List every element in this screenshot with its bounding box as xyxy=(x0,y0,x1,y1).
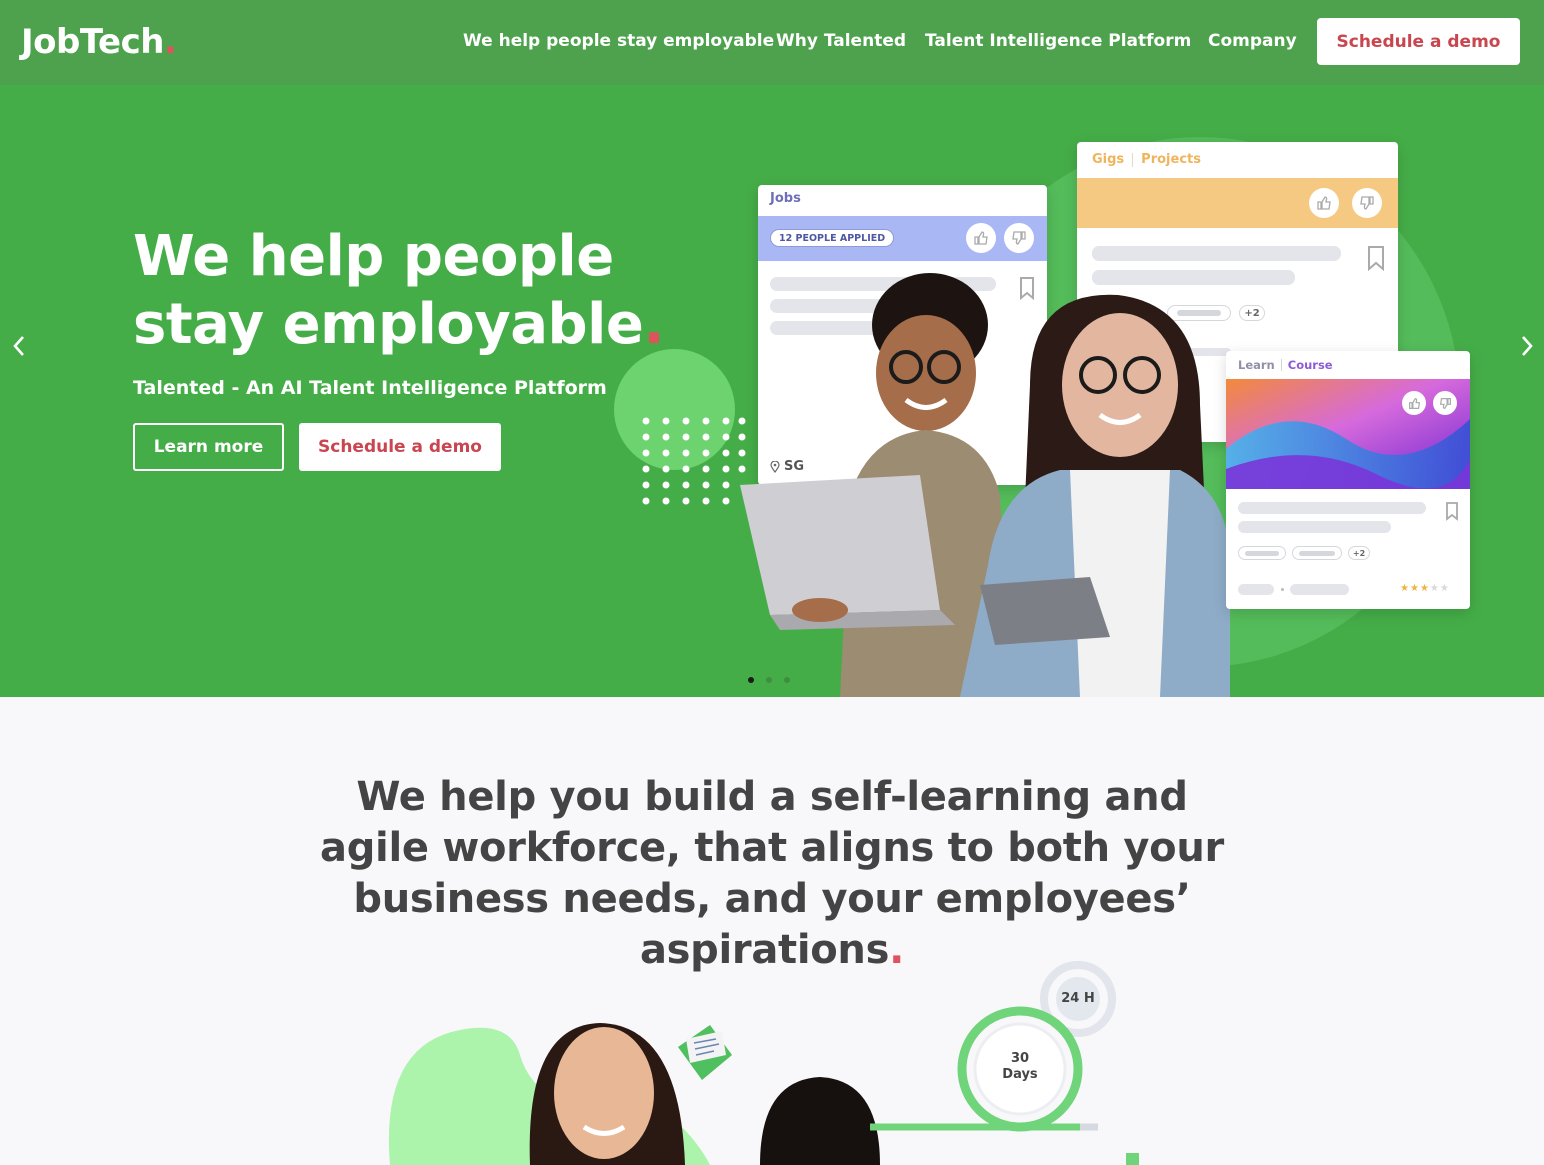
star-icon: ★ xyxy=(1400,583,1409,594)
logo-dot: . xyxy=(163,22,177,62)
skill-pill xyxy=(1238,546,1286,560)
course-thumbnail xyxy=(1226,379,1470,489)
gigs-bookmark-icon[interactable] xyxy=(1367,245,1385,271)
hero-title-dot: . xyxy=(643,292,665,357)
gigs-like-icon[interactable] xyxy=(1309,188,1339,218)
star-icon: ★ xyxy=(1429,583,1439,594)
site-header: JobTech. We help people stay employable … xyxy=(0,0,1544,85)
separator-dot xyxy=(1281,588,1284,591)
nav-company[interactable]: Company xyxy=(1208,31,1297,51)
carousel-next-button[interactable] xyxy=(1514,331,1540,361)
tab-gigs[interactable]: Gigs xyxy=(1092,152,1124,167)
tab-learn[interactable]: Learn xyxy=(1238,358,1275,372)
hero-title: We help people stay employable. xyxy=(133,223,733,359)
timer-24h-label: 24 H xyxy=(1061,991,1095,1006)
learn-course-card: Learn Course +2 ★ ★ ★ ★ ★ xyxy=(1226,351,1470,609)
skill-pill xyxy=(1292,546,1342,560)
gigs-dislike-icon[interactable] xyxy=(1352,188,1382,218)
course-bookmark-icon[interactable] xyxy=(1445,501,1459,521)
carousel-dot[interactable] xyxy=(748,677,754,683)
timer-days-value: 30 xyxy=(1010,1051,1030,1066)
carousel-prev-button[interactable] xyxy=(6,331,32,361)
people-illustration xyxy=(740,273,1230,697)
header-schedule-demo-button[interactable]: Schedule a demo xyxy=(1317,18,1520,65)
section-title-text: We help you build a self-learning and ag… xyxy=(320,774,1224,973)
star-icon: ★ xyxy=(1439,583,1449,594)
star-icon: ★ xyxy=(1409,583,1419,594)
timer-30-days: 30 Days xyxy=(990,1051,1050,1083)
skeleton-line xyxy=(1092,246,1341,261)
hero-carousel: Gigs Projects +2 Jobs 12 PEOPLE APPLIED xyxy=(0,85,1544,697)
jobtech-logo[interactable]: JobTech. xyxy=(21,22,177,62)
applied-badge: 12 PEOPLE APPLIED xyxy=(770,229,895,247)
jobs-dislike-icon[interactable] xyxy=(1004,223,1034,253)
tab-divider xyxy=(1132,152,1134,167)
tab-course[interactable]: Course xyxy=(1288,358,1333,372)
skeleton-line xyxy=(1238,521,1391,533)
more-skills-pill: +2 xyxy=(1239,305,1265,321)
timer-days-unit: Days xyxy=(1002,1067,1038,1082)
section-title: We help you build a self-learning and ag… xyxy=(300,772,1244,976)
course-like-icon[interactable] xyxy=(1402,391,1426,415)
course-dislike-icon[interactable] xyxy=(1433,391,1457,415)
chevron-right-icon xyxy=(1522,336,1533,356)
rating-stars: ★ ★ ★ ★ ★ xyxy=(1400,583,1449,594)
carousel-dot[interactable] xyxy=(784,677,790,683)
skeleton-line xyxy=(1290,584,1349,595)
nav-why-talented[interactable]: Why Talented xyxy=(776,31,906,51)
star-icon: ★ xyxy=(1419,583,1429,594)
carousel-indicators xyxy=(748,677,790,683)
tab-jobs[interactable]: Jobs xyxy=(770,191,801,206)
tab-divider xyxy=(1280,359,1282,371)
envelope-icon xyxy=(678,1025,732,1080)
logo-text: JobTech xyxy=(21,22,164,62)
chevron-left-icon xyxy=(13,336,24,356)
nav-talent-intelligence-platform[interactable]: Talent Intelligence Platform xyxy=(925,31,1191,51)
learn-more-button[interactable]: Learn more xyxy=(133,423,284,471)
more-skills-pill: +2 xyxy=(1348,546,1370,560)
hero-subtitle: Talented - An AI Talent Intelligence Pla… xyxy=(133,377,607,399)
skeleton-line xyxy=(1238,584,1274,595)
carousel-dot[interactable] xyxy=(766,677,772,683)
skeleton-line xyxy=(1238,502,1426,514)
jobs-like-icon[interactable] xyxy=(966,223,996,253)
hero-title-text: We help people stay employable xyxy=(133,224,644,357)
nav-stay-employable[interactable]: We help people stay employable xyxy=(463,31,774,51)
tab-projects[interactable]: Projects xyxy=(1141,152,1201,167)
gigs-banner xyxy=(1077,178,1398,228)
hero-schedule-demo-button[interactable]: Schedule a demo xyxy=(299,423,501,471)
